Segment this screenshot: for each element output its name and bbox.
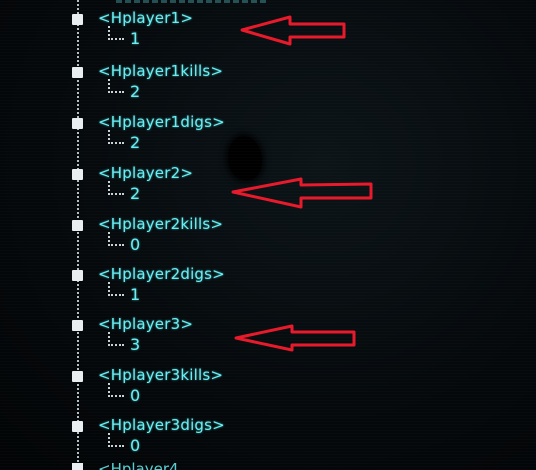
node-toggle-box[interactable] bbox=[72, 463, 83, 470]
tree-node-hplayer1kills: <Hplayer1kills> 2 bbox=[0, 62, 536, 122]
node-tag-label[interactable]: <Hplayer3digs> bbox=[98, 416, 225, 434]
node-toggle-box[interactable] bbox=[72, 320, 83, 331]
tree-node-hplayer3kills: <Hplayer3kills> 0 bbox=[0, 366, 536, 426]
red-arrow-annotation bbox=[231, 177, 373, 209]
node-value[interactable]: 2 bbox=[130, 133, 140, 152]
node-tag-label[interactable]: <Hplayer1kills> bbox=[98, 62, 223, 80]
child-connector bbox=[108, 332, 124, 346]
node-value[interactable]: 1 bbox=[130, 285, 140, 304]
node-toggle-box[interactable] bbox=[72, 220, 83, 231]
child-connector bbox=[108, 232, 124, 246]
cut-off-node-label[interactable]: <Hplayer4 bbox=[98, 460, 179, 470]
node-value[interactable]: 0 bbox=[130, 386, 140, 405]
node-tag-label[interactable]: <Hplayer2> bbox=[98, 164, 193, 182]
child-connector bbox=[108, 181, 124, 195]
node-toggle-box[interactable] bbox=[72, 14, 83, 25]
node-toggle-box[interactable] bbox=[72, 421, 83, 432]
node-toggle-box[interactable] bbox=[72, 118, 83, 129]
child-connector bbox=[108, 26, 124, 40]
node-value[interactable]: 0 bbox=[130, 436, 140, 455]
node-value[interactable]: 2 bbox=[130, 82, 140, 101]
node-tag-label[interactable]: <Hplayer3> bbox=[98, 315, 193, 333]
screen-smudge bbox=[228, 136, 262, 180]
node-value[interactable]: 2 bbox=[130, 184, 140, 203]
node-toggle-box[interactable] bbox=[72, 169, 83, 180]
node-toggle-box[interactable] bbox=[72, 270, 83, 281]
node-toggle-box[interactable] bbox=[72, 67, 83, 78]
child-connector bbox=[108, 79, 124, 93]
tree-node-hplayer2digs: <Hplayer2digs> 1 bbox=[0, 265, 536, 325]
red-arrow-annotation bbox=[240, 15, 346, 46]
child-connector bbox=[108, 433, 124, 447]
cut-off-node-label bbox=[116, 0, 266, 3]
red-arrow-annotation bbox=[234, 324, 356, 352]
node-tag-label[interactable]: <Hplayer1digs> bbox=[98, 113, 225, 131]
xml-tree-view: <Hplayer1> 1 <Hplayer1kills> 2 <Hplayer1… bbox=[0, 0, 536, 470]
node-value[interactable]: 1 bbox=[130, 29, 140, 48]
node-tag-label[interactable]: <Hplayer2kills> bbox=[98, 215, 223, 233]
node-tag-label[interactable]: <Hplayer1> bbox=[98, 9, 193, 27]
node-value[interactable]: 3 bbox=[130, 335, 140, 354]
tree-node-hplayer1digs: <Hplayer1digs> 2 bbox=[0, 113, 536, 173]
child-connector bbox=[108, 282, 124, 296]
tree-node-hplayer2kills: <Hplayer2kills> 0 bbox=[0, 215, 536, 275]
node-toggle-box[interactable] bbox=[72, 371, 83, 382]
node-tag-label[interactable]: <Hplayer3kills> bbox=[98, 366, 223, 384]
node-value[interactable]: 0 bbox=[130, 235, 140, 254]
child-connector bbox=[108, 130, 124, 144]
child-connector bbox=[108, 383, 124, 397]
node-tag-label[interactable]: <Hplayer2digs> bbox=[98, 265, 225, 283]
